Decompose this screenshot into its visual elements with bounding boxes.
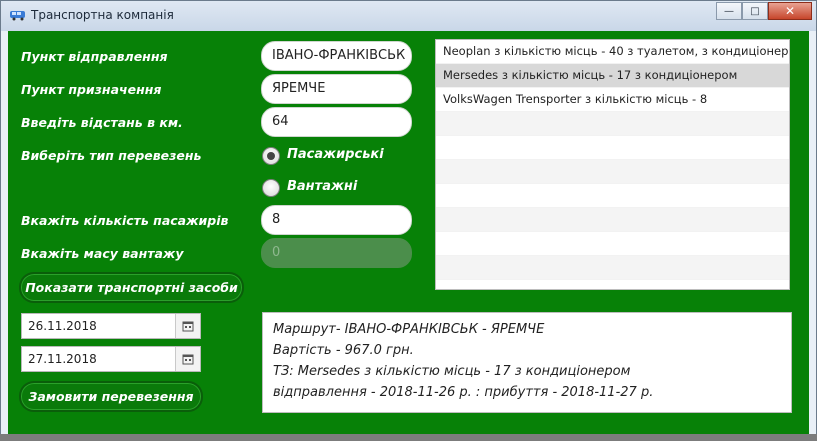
cargo-radio-label[interactable]: Вантажні (287, 179, 357, 194)
order-summary: Маршрут- ІВАНО-ФРАНКІВСЬК - ЯРЕМЧЕ Варті… (262, 312, 792, 413)
cost-text: Вартість - 967.0 грн. (273, 343, 414, 358)
empty-list-row (436, 136, 789, 160)
empty-list-row (436, 184, 789, 208)
background-strip (0, 434, 817, 441)
order-button[interactable]: Замовити перевезення (19, 381, 203, 412)
destination-input[interactable]: ЯРЕМЧЕ (261, 74, 412, 104)
maximize-button[interactable]: □ (742, 2, 768, 20)
departure-date-value: 26.11.2018 (28, 319, 97, 333)
show-vehicles-button[interactable]: Показати транспортні засоби (19, 272, 244, 303)
passengers-label: Вкажіть кількість пасажирів (21, 213, 229, 228)
empty-list-row (436, 256, 789, 280)
empty-list-row (436, 112, 789, 136)
minimize-icon: — (724, 5, 734, 17)
close-icon: ✕ (784, 4, 796, 18)
list-item[interactable]: Neoplan з кількістю місць - 40 з туалето… (436, 40, 789, 64)
cargo-weight-input: 0 (261, 238, 412, 268)
passenger-radio-label[interactable]: Пасажирські (287, 147, 384, 162)
close-button[interactable]: ✕ (768, 2, 812, 20)
vehicle-text: ТЗ: Mersedes з кількістю місць - 17 з ко… (273, 364, 631, 379)
empty-list-row (436, 280, 789, 289)
vehicles-list[interactable]: Neoplan з кількістю місць - 40 з туалето… (435, 39, 790, 290)
window-title: Транспортна компанія (31, 8, 174, 22)
empty-list-row (436, 208, 789, 232)
calendar-icon[interactable] (175, 314, 200, 338)
bus-icon (10, 11, 25, 21)
arrival-date-value: 27.11.2018 (28, 352, 97, 366)
empty-list-row (436, 160, 789, 184)
empty-list-row (436, 232, 789, 256)
cargo-weight-label: Вкажіть масу вантажу (21, 246, 184, 261)
distance-input[interactable]: 64 (261, 107, 412, 137)
route-text: Маршрут- ІВАНО-ФРАНКІВСЬК - ЯРЕМЧЕ (273, 322, 545, 337)
main-panel: Пункт відправлення ІВАНО-ФРАНКІВСЬК Пунк… (8, 31, 809, 435)
title-bar[interactable]: Транспортна компанія — □ ✕ (1, 1, 816, 31)
arrival-date-picker[interactable]: 27.11.2018 (21, 346, 201, 372)
distance-label: Введіть відстань в км. (21, 115, 183, 130)
passengers-input[interactable]: 8 (261, 205, 412, 235)
cargo-radio[interactable] (262, 179, 280, 197)
passenger-radio[interactable] (262, 147, 280, 165)
origin-input[interactable]: ІВАНО-ФРАНКІВСЬК (261, 41, 412, 71)
transport-type-label: Виберіть тип перевезень (21, 148, 202, 163)
calendar-icon[interactable] (175, 347, 200, 371)
maximize-icon: □ (750, 5, 760, 17)
list-item[interactable]: Mersedes з кількістю місць - 17 з кондиц… (436, 64, 789, 88)
dates-text: відправлення - 2018-11-26 р. : прибуття … (273, 385, 654, 400)
app-window: Транспортна компанія — □ ✕ Пункт відправ… (0, 0, 817, 441)
origin-label: Пункт відправлення (21, 49, 168, 64)
list-item[interactable]: VolksWagen Trensporter з кількістю місць… (436, 88, 789, 112)
destination-label: Пункт призначення (21, 82, 162, 97)
minimize-button[interactable]: — (716, 2, 742, 20)
departure-date-picker[interactable]: 26.11.2018 (21, 313, 201, 339)
